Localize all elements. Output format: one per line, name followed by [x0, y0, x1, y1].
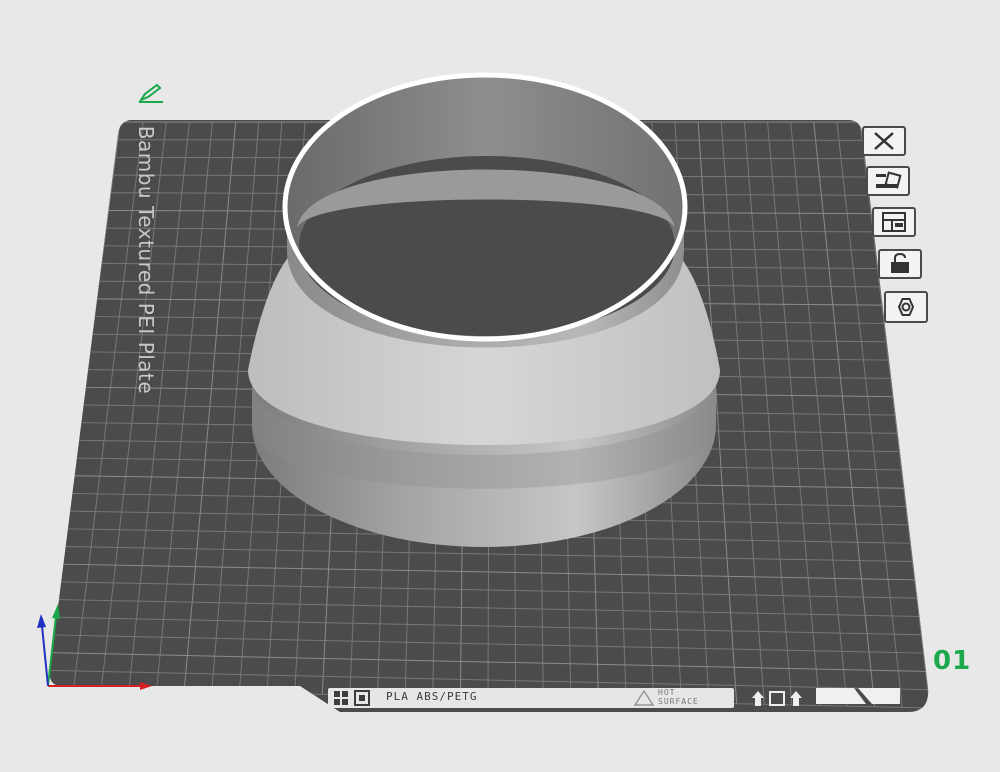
warning-icon [634, 690, 654, 706]
plate-number[interactable]: 01 [933, 646, 971, 676]
plate-corner-marks [816, 688, 900, 704]
edit-plate-name-icon[interactable] [137, 82, 167, 104]
hot-surface-line1: HOT [658, 688, 676, 697]
model-reducer[interactable] [248, 72, 720, 547]
lock-icon [891, 253, 909, 273]
lock-plate-button[interactable] [878, 249, 922, 279]
hot-surface-line2: SURFACE [658, 697, 699, 706]
plate-settings-button[interactable] [884, 291, 928, 323]
settings-hex-icon [897, 298, 915, 316]
auto-orient-icon [876, 171, 902, 189]
arrange-button[interactable] [872, 207, 916, 237]
close-icon [874, 132, 894, 150]
delete-plate-button[interactable] [862, 126, 906, 156]
plate-material-text: PLA ABS/PETG [386, 690, 478, 703]
plate-logo-icon [334, 690, 370, 706]
auto-orient-button[interactable] [866, 166, 910, 196]
plate-type-label: Bambu Textured PEI Plate [134, 125, 158, 395]
hot-surface-warning: HOT SURFACE [658, 688, 699, 706]
arrange-icon [882, 212, 906, 232]
plate-orientation-icons [752, 691, 802, 706]
